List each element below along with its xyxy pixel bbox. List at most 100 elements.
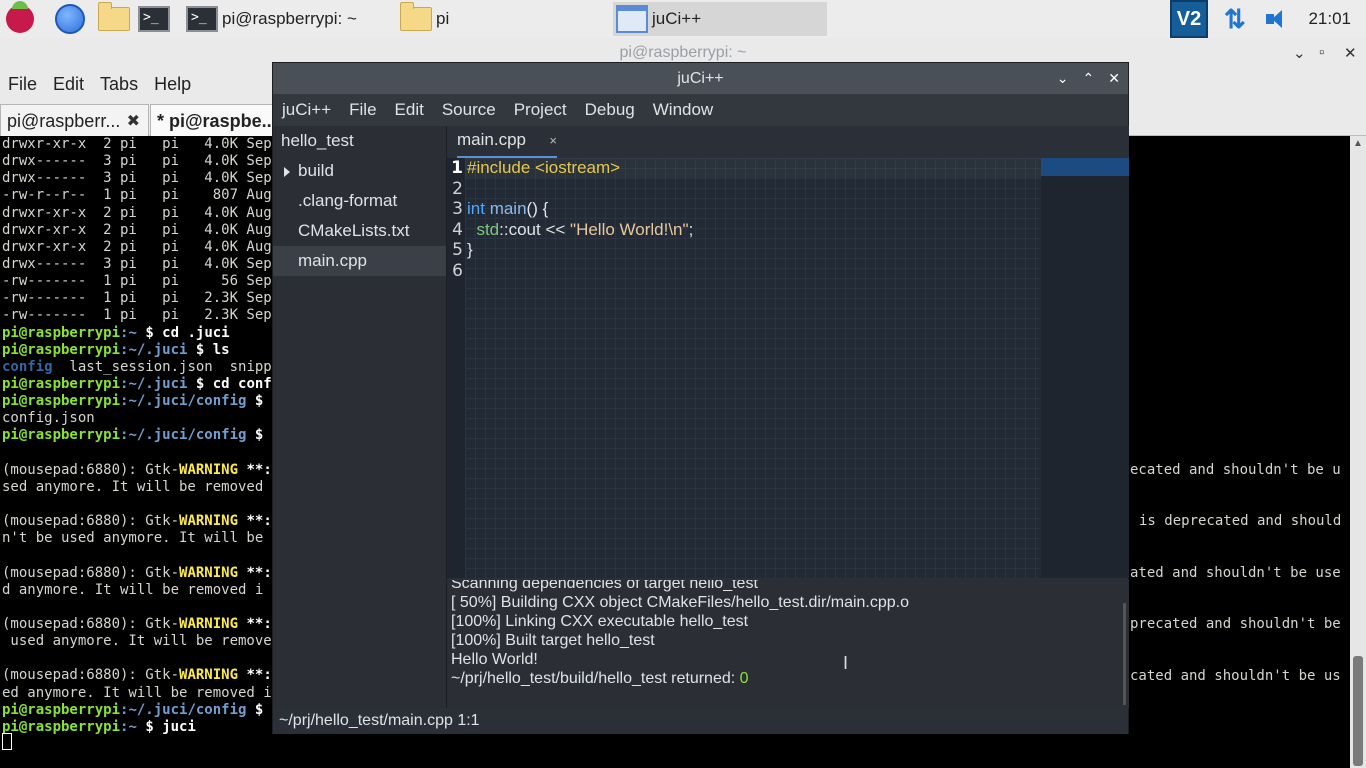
menu-juci[interactable]: juCi++ xyxy=(273,100,340,120)
scroll-up-icon[interactable]: ▲ xyxy=(1353,138,1363,149)
task-label: pi@raspberrypi: ~ xyxy=(222,9,357,28)
globe-icon xyxy=(55,4,85,34)
line-number: 2 xyxy=(452,178,463,199)
juci-titlebar[interactable]: juCi++ ⌄ ⌃ ✕ xyxy=(273,63,1128,94)
menu-file[interactable]: File xyxy=(0,70,45,98)
menu-help[interactable]: Help xyxy=(146,70,199,98)
line-number-gutter: 1 2 3 4 5 6 xyxy=(447,158,465,578)
build-output-panel[interactable]: Scanning dependencies of target hello_te… xyxy=(447,580,1129,708)
vnc-tray-button[interactable]: V2 xyxy=(1170,0,1208,38)
folder-icon xyxy=(400,2,432,31)
output-line: [100%] Linking CXX executable hello_test xyxy=(451,613,749,630)
text-cursor-icon: I xyxy=(843,653,849,673)
tab-main-cpp[interactable]: main.cpp × xyxy=(457,130,557,158)
task-file-manager[interactable]: pi xyxy=(400,2,450,35)
minimize-button[interactable]: ⌄ xyxy=(1293,44,1306,62)
task-label: pi xyxy=(436,9,450,28)
close-tab-icon[interactable]: × xyxy=(549,133,557,148)
line-number: 3 xyxy=(452,199,463,219)
menu-debug[interactable]: Debug xyxy=(576,100,644,120)
output-line: ~/prj/hello_test/build/hello_test return… xyxy=(451,670,749,687)
minimize-button[interactable]: ⌄ xyxy=(1057,63,1069,94)
juci-window: juCi++ ⌄ ⌃ ✕ juCi++ File Edit Source Pro… xyxy=(272,62,1129,734)
code-editor[interactable]: 1 2 3 4 5 6 #include <iostream> int main… xyxy=(447,158,1129,578)
code-line: } xyxy=(467,240,473,259)
warning-tail: is deprecated and should xyxy=(1137,513,1350,530)
tab-label: pi@raspberr... xyxy=(7,111,121,131)
close-button[interactable]: ✕ xyxy=(1344,44,1357,62)
terminal-tab-2[interactable]: * pi@raspbe... xyxy=(150,104,277,136)
editor-tabbar: main.cpp × xyxy=(447,126,1129,158)
volume-tray-button[interactable] xyxy=(1264,3,1292,35)
output-scrollbar[interactable] xyxy=(1123,603,1126,705)
tree-item-build[interactable]: build xyxy=(273,156,446,186)
task-terminal[interactable]: >_ pi@raspberrypi: ~ xyxy=(186,3,357,35)
tree-root[interactable]: hello_test xyxy=(273,126,446,156)
editor-area: main.cpp × 1 2 3 4 5 6 #include <iostrea… xyxy=(447,126,1129,578)
terminal-icon: >_ xyxy=(138,6,170,32)
file-tree: hello_test build .clang-format CMakeList… xyxy=(273,126,446,708)
menu-tabs[interactable]: Tabs xyxy=(92,70,146,98)
terminal-menubar: File Edit Tabs Help xyxy=(0,70,199,98)
scroll-thumb[interactable] xyxy=(1353,656,1363,766)
terminal-icon: >_ xyxy=(186,6,218,32)
terminal-tab-1[interactable]: pi@raspberr... ✖ xyxy=(0,104,149,136)
minimap-viewport[interactable] xyxy=(1041,158,1129,176)
output-line: Hello World! xyxy=(451,651,538,668)
output-line: [ 50%] Building CXX object CMakeFiles/he… xyxy=(451,594,909,611)
menu-project[interactable]: Project xyxy=(505,100,576,120)
maximize-button[interactable]: ▫ xyxy=(1319,44,1324,61)
minimap[interactable] xyxy=(1041,158,1129,578)
clock[interactable]: 21:01 xyxy=(1308,9,1351,29)
network-tray-button[interactable]: ⇅ xyxy=(1224,3,1246,35)
warning-tail: ecated and shouldn't be u xyxy=(1128,462,1350,479)
warning-tail: ated and shouldn't be use xyxy=(1128,565,1350,582)
raspberry-menu-button[interactable] xyxy=(6,1,34,35)
tab-label: * pi@raspbe... xyxy=(157,111,277,131)
terminal-launcher[interactable]: >_ xyxy=(138,3,170,35)
expand-arrow-icon[interactable] xyxy=(284,166,290,177)
network-arrows-icon: ⇅ xyxy=(1224,3,1246,34)
output-line: [100%] Built target hello_test xyxy=(451,632,655,649)
tree-item-clang-format[interactable]: .clang-format xyxy=(273,186,446,216)
code-line: int main() { xyxy=(467,199,549,218)
menu-edit[interactable]: Edit xyxy=(45,70,92,98)
menu-window[interactable]: Window xyxy=(644,100,722,120)
code-line: std::cout << "Hello World!\n"; xyxy=(476,219,694,239)
warning-tail: precated and shouldn't be xyxy=(1128,616,1350,633)
source-code: #include <iostream> int main() { std::co… xyxy=(467,158,693,281)
menu-file[interactable]: File xyxy=(340,100,385,120)
line-number: 6 xyxy=(452,260,463,281)
folder-icon xyxy=(98,2,130,31)
raspberry-icon xyxy=(6,1,34,33)
volume-icon xyxy=(1264,7,1292,31)
warning-tail-line: ated and shouldn't be use xyxy=(1130,564,1341,581)
warning-tail-line: is deprecated and should xyxy=(1139,513,1342,530)
tab-label: main.cpp xyxy=(457,130,526,149)
vnc-icon: V2 xyxy=(1170,0,1208,38)
maximize-button[interactable]: ⌃ xyxy=(1083,63,1095,94)
warning-tail-line: ecated and shouldn't be u xyxy=(1130,461,1341,478)
status-bar: ~/prj/hello_test/main.cpp 1:1 xyxy=(273,708,1128,734)
code-line: #include <iostream> xyxy=(467,158,621,177)
menu-edit[interactable]: Edit xyxy=(386,100,433,120)
close-button[interactable]: ✕ xyxy=(1108,63,1120,94)
browser-launcher[interactable] xyxy=(55,3,85,35)
terminal-scrollbar[interactable]: ▲ xyxy=(1350,136,1366,768)
file-manager-launcher[interactable] xyxy=(98,2,130,35)
task-juci[interactable]: juCi++ xyxy=(613,2,827,36)
warning-tail: cated and shouldn't be us xyxy=(1128,668,1350,685)
terminal-cursor xyxy=(2,733,12,750)
window-title: juCi++ xyxy=(677,70,724,87)
tree-item-main-cpp[interactable]: main.cpp xyxy=(273,246,446,276)
tree-item-cmakelists[interactable]: CMakeLists.txt xyxy=(273,216,446,246)
line-number: 5 xyxy=(452,240,463,260)
close-tab-icon[interactable]: ✖ xyxy=(127,111,140,131)
line-number: 4 xyxy=(452,219,463,240)
juci-menubar: juCi++ File Edit Source Project Debug Wi… xyxy=(273,94,1128,126)
task-label: juCi++ xyxy=(652,9,702,28)
warning-tail-line: precated and shouldn't be xyxy=(1130,616,1341,633)
menu-source[interactable]: Source xyxy=(433,100,505,120)
